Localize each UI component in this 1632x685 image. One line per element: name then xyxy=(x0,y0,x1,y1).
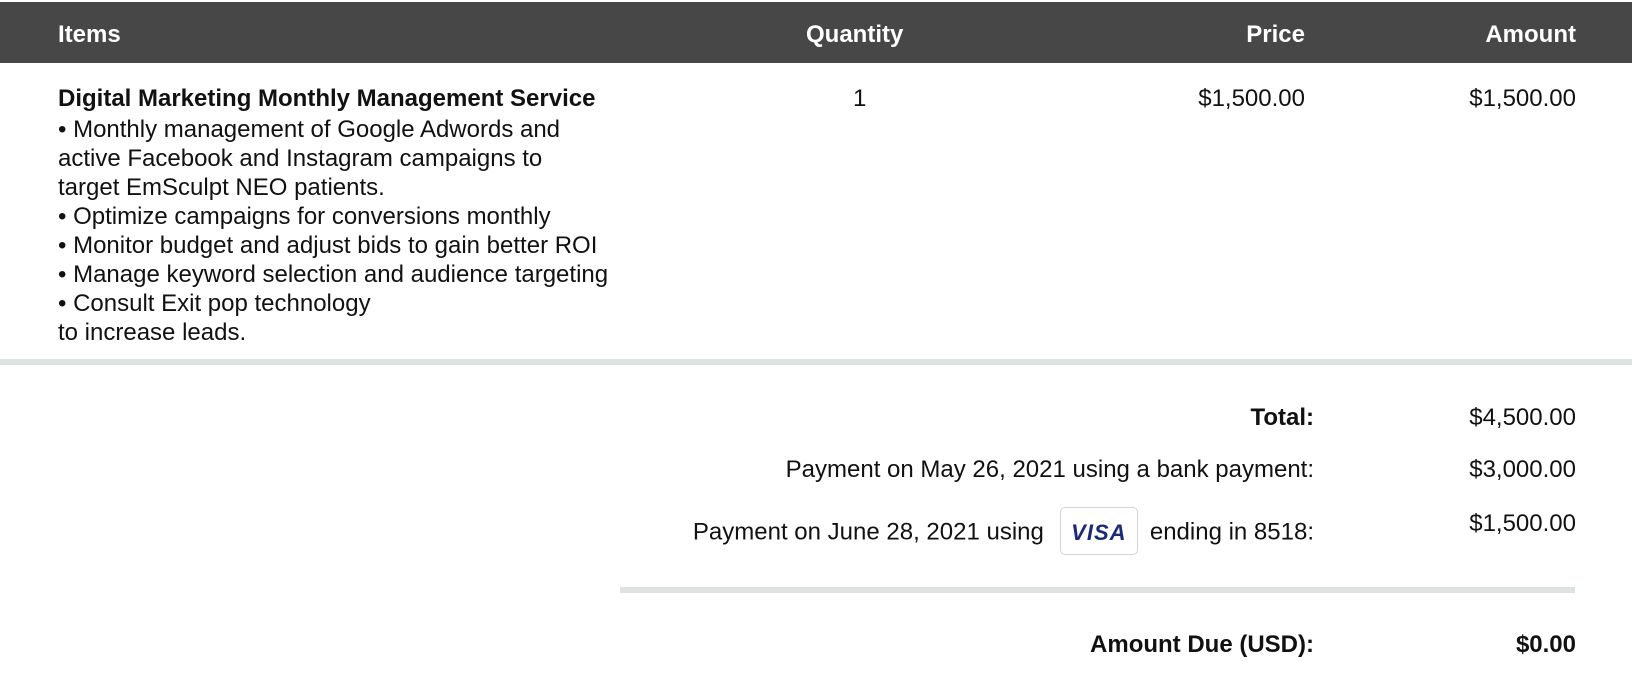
table-divider xyxy=(0,359,1632,365)
total-label: Total: xyxy=(1250,404,1314,431)
card-payment-label: Payment on June 28, 2021 using VISA ending… xyxy=(692,507,1314,557)
table-row: Digital Marketing Monthly Management Ser… xyxy=(0,63,1632,359)
amount-due-value: $0.00 xyxy=(1515,631,1576,658)
card-payment-prefix: Payment on June 28, 2021 using xyxy=(692,518,1044,546)
header-quantity: Quantity xyxy=(806,21,904,48)
header-price: Price xyxy=(1246,21,1305,48)
visa-brand-text: VISA xyxy=(1071,520,1127,545)
bank-payment-label: Payment on May 26, 2021 using a bank pay… xyxy=(785,456,1314,483)
summary-divider xyxy=(620,587,1575,593)
item-description: • Monthly management of Google Adwords a… xyxy=(58,116,609,346)
item-amount: $1,500.00 xyxy=(1469,85,1576,112)
card-payment-value: $1,500.00 xyxy=(1469,510,1576,537)
amount-due-label: Amount Due (USD): xyxy=(1090,631,1314,658)
visa-icon: VISA xyxy=(1059,507,1138,555)
item-name: Digital Marketing Monthly Management Ser… xyxy=(58,85,596,112)
total-value: $4,500.00 xyxy=(1469,404,1576,431)
header-amount: Amount xyxy=(1485,21,1576,48)
item-quantity: 1 xyxy=(853,85,867,112)
table-header: Items Quantity Price Amount xyxy=(0,2,1632,63)
bank-payment-value: $3,000.00 xyxy=(1469,456,1576,483)
header-items: Items xyxy=(58,21,121,48)
card-payment-suffix: ending in 8518: xyxy=(1149,518,1314,546)
item-price: $1,500.00 xyxy=(1198,85,1305,112)
